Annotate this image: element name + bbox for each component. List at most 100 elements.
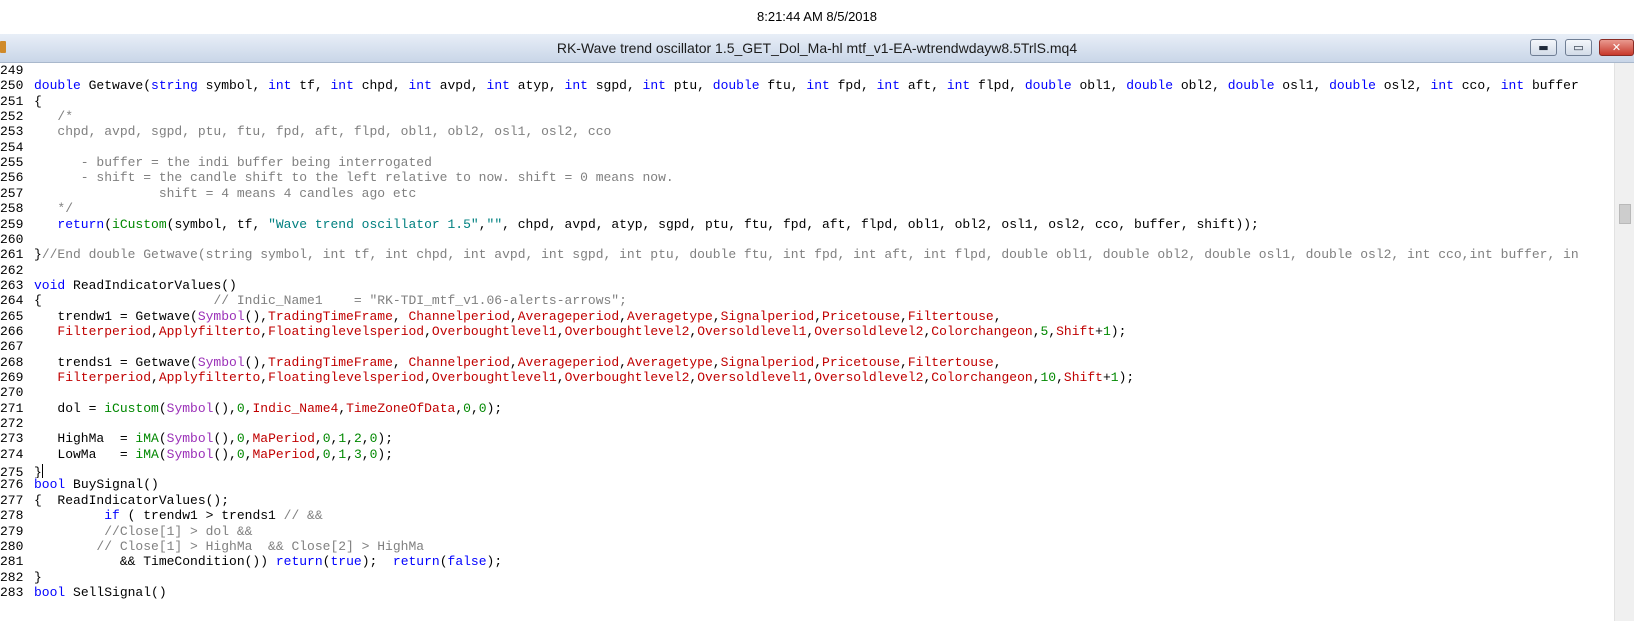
vertical-scrollbar[interactable]	[1614, 63, 1634, 621]
code-token: aft,	[900, 78, 947, 94]
code-token: ,	[712, 354, 721, 370]
code-token: Applyfilterto	[158, 323, 261, 339]
line-number: 252	[0, 109, 24, 125]
code-line[interactable]: 265 trendw1 = Getwave(Symbol(),TradingTi…	[0, 309, 1614, 325]
code-token: // Indic_Name1 = "RK-TDI_mtf_v1.06-alert…	[213, 293, 627, 309]
code-token: Overboughtlevel1	[431, 370, 557, 385]
code-token: (),	[213, 431, 237, 447]
code-line[interactable]: 267	[0, 339, 1614, 355]
code-token: dol =	[34, 400, 105, 416]
code-token: Pricetouse	[822, 308, 901, 324]
code-token: int	[1430, 78, 1454, 94]
code-token: 1	[338, 446, 347, 462]
code-token: Filtertouse	[907, 354, 994, 370]
line-number: 255	[0, 155, 24, 171]
code-line[interactable]: 279 //Close[1] > dol &&	[0, 524, 1614, 540]
code-line[interactable]: 268 trends1 = Getwave(Symbol(),TradingTi…	[0, 355, 1614, 371]
code-text: {	[34, 94, 42, 109]
code-line[interactable]: 256 - shift = the candle shift to the le…	[0, 170, 1614, 186]
line-number: 264	[0, 293, 24, 309]
code-line[interactable]: 277 { ReadIndicatorValues();	[0, 493, 1614, 509]
code-token: HighMa =	[34, 431, 136, 447]
code-token: int	[330, 78, 354, 94]
code-line[interactable]: 259 return(iCustom(symbol, tf, "Wave tre…	[0, 217, 1614, 233]
code-text: if ( trendw1 > trends1 // &&	[34, 508, 322, 523]
code-line[interactable]: 282}	[0, 570, 1614, 586]
code-token: Colorchangeon	[931, 323, 1033, 339]
code-token: chpd, avpd, sgpd, ptu, ftu, fpd, aft, fl…	[34, 124, 612, 140]
code-token: ,	[712, 308, 721, 324]
code-line[interactable]: 272	[0, 416, 1614, 432]
restore-button[interactable]: ▭	[1565, 39, 1592, 56]
minimize-button[interactable]: ▬	[1530, 39, 1557, 56]
code-token: 2	[353, 431, 362, 447]
code-token: 0	[463, 400, 471, 416]
code-line[interactable]: 275}	[0, 462, 1614, 479]
code-token: return	[57, 216, 105, 232]
code-token: ReadIndicatorValues()	[65, 277, 237, 293]
code-line[interactable]: 266 Filterperiod,Applyfilterto,Floatingl…	[0, 324, 1614, 340]
code-token: Floatinglevelsperiod	[268, 370, 425, 385]
line-number: 276	[0, 477, 24, 493]
line-number: 279	[0, 523, 24, 539]
editor-title-bar[interactable]: RK-Wave trend oscillator 1.5_GET_Dol_Ma-…	[0, 34, 1634, 63]
code-text: && TimeCondition()) return(true); return…	[34, 554, 502, 569]
code-line[interactable]: 257 shift = 4 means 4 candles ago etc	[0, 186, 1614, 202]
code-line[interactable]: 250 double Getwave(string symbol, int tf,…	[0, 78, 1614, 94]
code-line[interactable]: 263 void ReadIndicatorValues()	[0, 278, 1614, 294]
code-line[interactable]: 269 Filterperiod,Applyfilterto,Floatingl…	[0, 370, 1614, 386]
code-line[interactable]: 252 /*	[0, 109, 1614, 125]
code-text: */	[34, 201, 73, 216]
code-line[interactable]: 260	[0, 232, 1614, 248]
code-line[interactable]: 274 LowMa = iMA(Symbol(),0,MaPeriod,0,1,…	[0, 447, 1614, 463]
code-token: }	[34, 465, 42, 479]
code-token: 0	[236, 431, 245, 447]
code-line[interactable]: 271 dol = iCustom(Symbol(),0,Indic_Name4…	[0, 401, 1614, 417]
code-token: Shift	[1063, 370, 1103, 385]
line-number: 265	[0, 308, 24, 324]
code-token: Applyfilterto	[158, 370, 261, 385]
code-line[interactable]: 258 */	[0, 201, 1614, 217]
code-token: 0	[322, 446, 331, 462]
code-token: ,	[556, 370, 565, 385]
code-line[interactable]: 261}//End double Getwave(string symbol, …	[0, 247, 1614, 263]
clock-display: 8:21:44 AM 8/5/2018	[0, 0, 1634, 34]
line-number: 275	[0, 465, 24, 479]
code-token: Symbol	[197, 308, 245, 324]
code-token: flpd,	[970, 78, 1025, 94]
code-line[interactable]: 253 chpd, avpd, sgpd, ptu, ftu, fpd, aft…	[0, 124, 1614, 140]
code-line[interactable]: 270	[0, 385, 1614, 401]
code-token: );	[486, 400, 503, 416]
line-number: 249	[0, 63, 24, 78]
code-line[interactable]: 273 HighMa = iMA(Symbol(),0,MaPeriod,0,1…	[0, 431, 1614, 447]
code-token: ,	[900, 354, 908, 370]
code-token: Averageperiod	[517, 308, 620, 324]
code-line[interactable]: 264 { // Indic_Name1 = "RK-TDI_mtf_v1.06-…	[0, 293, 1614, 309]
code-text: { // Indic_Name1 = "RK-TDI_mtf_v1.06-ale…	[34, 293, 627, 308]
code-token: Overboughtlevel1	[431, 323, 557, 339]
code-token: 0	[322, 431, 331, 447]
line-number: 282	[0, 569, 24, 585]
code-token: ,	[470, 400, 479, 416]
code-line[interactable]: 249	[0, 63, 1614, 79]
close-button[interactable]: ✕	[1599, 39, 1634, 56]
scrollbar-thumb[interactable]	[1619, 204, 1631, 224]
text-cursor	[41, 464, 43, 479]
code-line[interactable]: 276 bool BuySignal()	[0, 477, 1614, 493]
code-editor[interactable]: 249 250 double Getwave(string symbol, int …	[0, 63, 1634, 621]
line-number: 267	[0, 339, 24, 355]
code-token: iMA	[135, 431, 159, 447]
code-line[interactable]: 278 if ( trendw1 > trends1 // &&	[0, 508, 1614, 524]
code-line[interactable]: 283 bool SellSignal()	[0, 585, 1614, 601]
code-line[interactable]: 255 - buffer = the indi buffer being int…	[0, 155, 1614, 171]
code-line[interactable]: 281 && TimeCondition()) return(true); re…	[0, 554, 1614, 570]
code-line[interactable]: 262	[0, 263, 1614, 279]
code-token: ,	[478, 216, 487, 232]
code-line[interactable]: 280 // Close[1] > HighMa && Close[2] > H…	[0, 539, 1614, 555]
line-number: 274	[0, 446, 24, 462]
code-token: chpd,	[353, 78, 409, 94]
code-text: dol = iCustom(Symbol(),0,Indic_Name4,Tim…	[34, 401, 502, 416]
code-line[interactable]: 251 {	[0, 94, 1614, 110]
code-line[interactable]: 254	[0, 140, 1614, 156]
code-token: Averagetype	[626, 308, 713, 324]
